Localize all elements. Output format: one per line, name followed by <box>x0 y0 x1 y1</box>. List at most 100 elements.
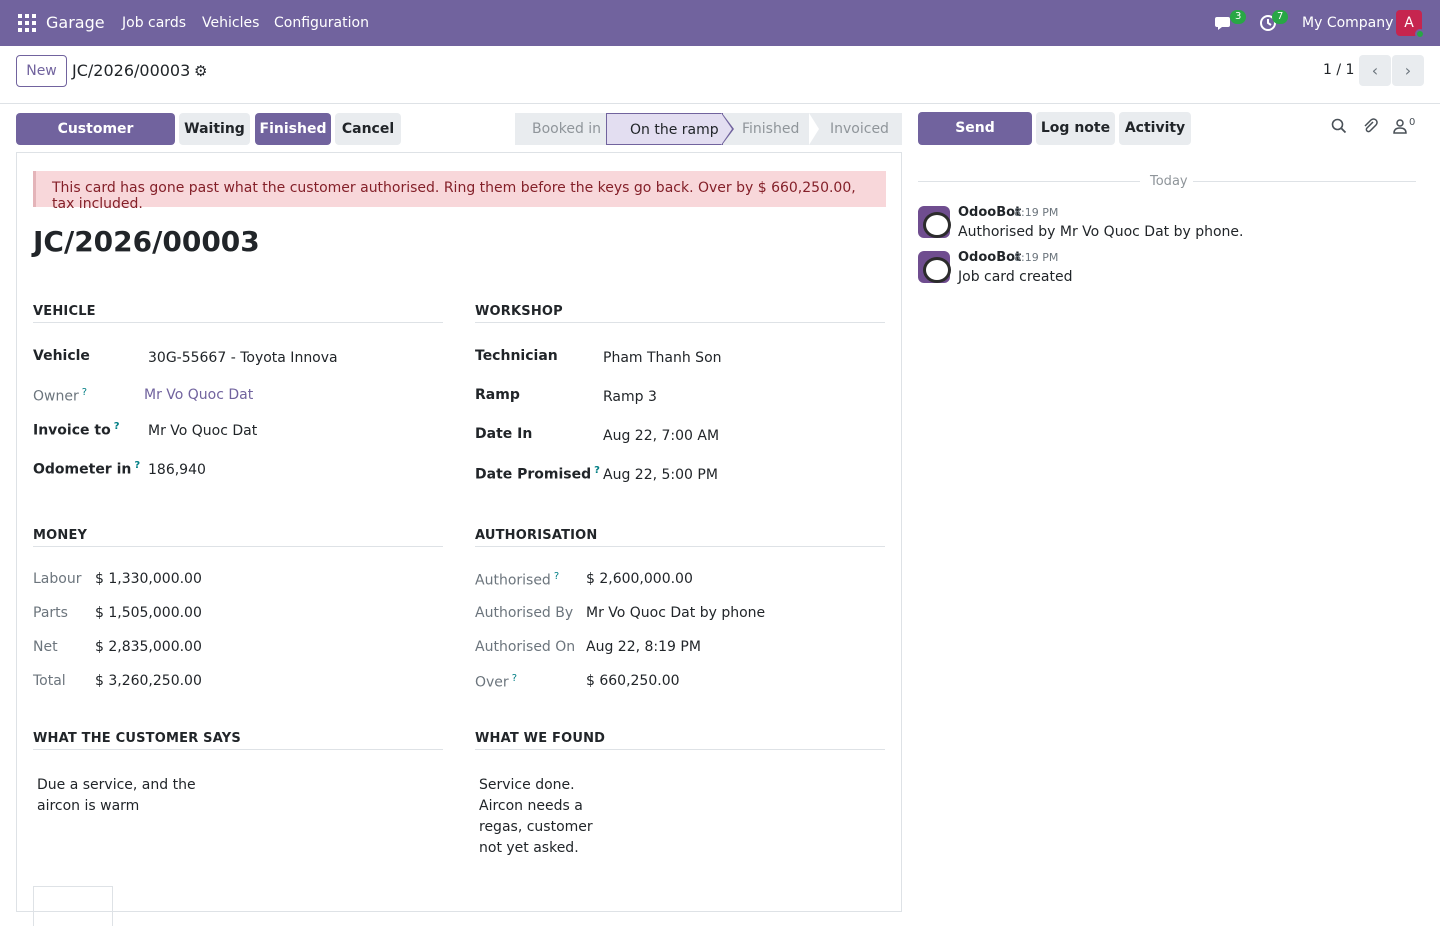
section-we-found-title: WHAT WE FOUND <box>475 731 606 746</box>
total-label: Total <box>33 673 66 689</box>
customer-says-text[interactable]: Due a service, and the aircon is warm <box>37 775 197 817</box>
stage-booked-in[interactable]: Booked in <box>532 113 601 145</box>
message-author[interactable]: OdooBot <box>958 205 1021 220</box>
labour-value: $ 1,330,000.00 <box>95 571 202 587</box>
finished-button[interactable]: Finished <box>255 113 331 145</box>
invoice-to-field[interactable]: Mr Vo Quoc Dat <box>148 423 257 439</box>
section-divider <box>33 322 443 323</box>
total-value: $ 3,260,250.00 <box>95 673 202 689</box>
stage-finished[interactable]: Finished <box>742 113 799 145</box>
parts-label: Parts <box>33 605 68 621</box>
message-time: 8:19 PM <box>1014 251 1059 264</box>
help-icon[interactable]: ? <box>134 460 140 471</box>
help-icon[interactable]: ? <box>594 465 600 476</box>
ramp-label: Ramp <box>475 387 520 403</box>
section-workshop-title: WORKSHOP <box>475 304 563 319</box>
new-button[interactable]: New <box>16 55 67 87</box>
app-menu-icon[interactable] <box>18 14 36 32</box>
over-label: Over? <box>475 673 517 691</box>
authorised-value: $ 2,600,000.00 <box>586 571 693 587</box>
ramp-field[interactable]: Ramp 3 <box>603 389 657 405</box>
pager-value[interactable]: 1 / 1 <box>1323 62 1354 78</box>
messages-badge: 3 <box>1230 10 1247 24</box>
over-label-text: Over <box>475 674 509 691</box>
message-body: Job card created <box>958 269 1073 285</box>
authorised-by-label: Authorised By <box>475 605 574 621</box>
date-separator-line <box>1193 181 1416 182</box>
section-authorisation-title: AUTHORISATION <box>475 528 598 543</box>
followers-icon[interactable] <box>1393 118 1407 134</box>
help-icon[interactable]: ? <box>82 387 87 398</box>
stage-separator <box>809 113 819 145</box>
pager-next-icon[interactable]: › <box>1392 55 1424 86</box>
message-time: 8:19 PM <box>1014 206 1059 219</box>
app-name[interactable]: Garage <box>46 13 105 32</box>
activity-button[interactable]: Activity <box>1119 112 1191 145</box>
section-divider <box>33 749 443 750</box>
invoice-to-label: Invoice to? <box>33 421 120 439</box>
log-note-button[interactable]: Log note <box>1036 112 1115 145</box>
odometer-label-text: Odometer in <box>33 461 132 478</box>
section-divider <box>475 322 885 323</box>
odoobot-avatar <box>918 251 951 283</box>
technician-field[interactable]: Pham Thanh Son <box>603 350 722 366</box>
vehicle-field[interactable]: 30G-55667 - Toyota Innova <box>148 350 338 366</box>
over-value: $ 660,250.00 <box>586 673 680 689</box>
pager-previous-icon[interactable]: ‹ <box>1359 55 1391 86</box>
net-label: Net <box>33 639 58 655</box>
cancel-button[interactable]: Cancel <box>335 113 401 145</box>
over-authorisation-alert: This card has gone past what the custome… <box>33 171 886 212</box>
form-sheet: This card has gone past what the custome… <box>16 152 902 926</box>
user-avatar[interactable]: A <box>1396 10 1425 39</box>
we-found-text[interactable]: Service done. Aircon needs a regas, cust… <box>479 775 619 859</box>
owner-label: Owner? <box>33 387 87 405</box>
activities-badge: 7 <box>1272 10 1289 24</box>
date-in-label: Date In <box>475 426 533 442</box>
date-promised-label: Date Promised? <box>475 465 600 483</box>
followers-count: 0 <box>1409 117 1416 128</box>
help-icon[interactable]: ? <box>114 421 120 432</box>
stage-pipeline: Booked in On the ramp Finished Invoiced <box>515 113 902 145</box>
gear-icon[interactable]: ⚙ <box>194 62 207 80</box>
stage-invoiced[interactable]: Invoiced <box>830 113 889 145</box>
menu-vehicles[interactable]: Vehicles <box>202 15 259 31</box>
date-promised-field[interactable]: Aug 22, 5:00 PM <box>603 467 718 483</box>
search-icon[interactable] <box>1331 118 1347 134</box>
parts-value: $ 1,505,000.00 <box>95 605 202 621</box>
labour-label: Labour <box>33 571 82 587</box>
odoobot-avatar <box>918 206 951 238</box>
waiting-button[interactable]: Waiting <box>179 113 250 145</box>
section-divider <box>33 546 443 547</box>
record-title: JC/2026/00003 <box>33 225 260 258</box>
vehicle-label: Vehicle <box>33 348 90 364</box>
technician-label: Technician <box>475 348 558 364</box>
date-in-field[interactable]: Aug 22, 7:00 AM <box>603 428 719 444</box>
company-switcher[interactable]: My Company <box>1302 15 1393 31</box>
section-divider <box>475 546 885 547</box>
message-author[interactable]: OdooBot <box>958 250 1021 265</box>
send-message-button[interactable]: Send message <box>918 112 1032 169</box>
net-value: $ 2,835,000.00 <box>95 639 202 655</box>
authorised-label-text: Authorised <box>475 572 551 589</box>
paperclip-icon[interactable] <box>1362 118 1378 134</box>
stage-on-the-ramp[interactable]: On the ramp <box>606 113 723 145</box>
notebook-tab[interactable] <box>33 886 113 926</box>
authorised-label: Authorised? <box>475 571 559 589</box>
menu-configuration[interactable]: Configuration <box>274 15 369 31</box>
section-vehicle-title: VEHICLE <box>33 304 96 319</box>
online-status-dot <box>1415 29 1425 39</box>
avatar-letter: A <box>1404 15 1414 31</box>
message-body: Authorised by Mr Vo Quoc Dat by phone. <box>958 224 1244 240</box>
authorised-by-value: Mr Vo Quoc Dat by phone <box>586 605 766 621</box>
help-icon[interactable]: ? <box>512 673 517 684</box>
top-navbar: Garage Job cards Vehicles Configuration … <box>0 0 1440 46</box>
section-customer-says-title: WHAT THE CUSTOMER SAYS <box>33 731 241 746</box>
help-icon[interactable]: ? <box>554 571 559 582</box>
owner-link[interactable]: Mr Vo Quoc Dat <box>144 387 253 403</box>
odometer-field[interactable]: 186,940 <box>148 462 206 478</box>
date-separator-line <box>918 181 1140 182</box>
customer-authorised-button[interactable]: Customer authorised <box>16 113 175 169</box>
section-money-title: MONEY <box>33 528 88 543</box>
date-separator: Today <box>1150 174 1188 189</box>
menu-job-cards[interactable]: Job cards <box>122 15 186 31</box>
